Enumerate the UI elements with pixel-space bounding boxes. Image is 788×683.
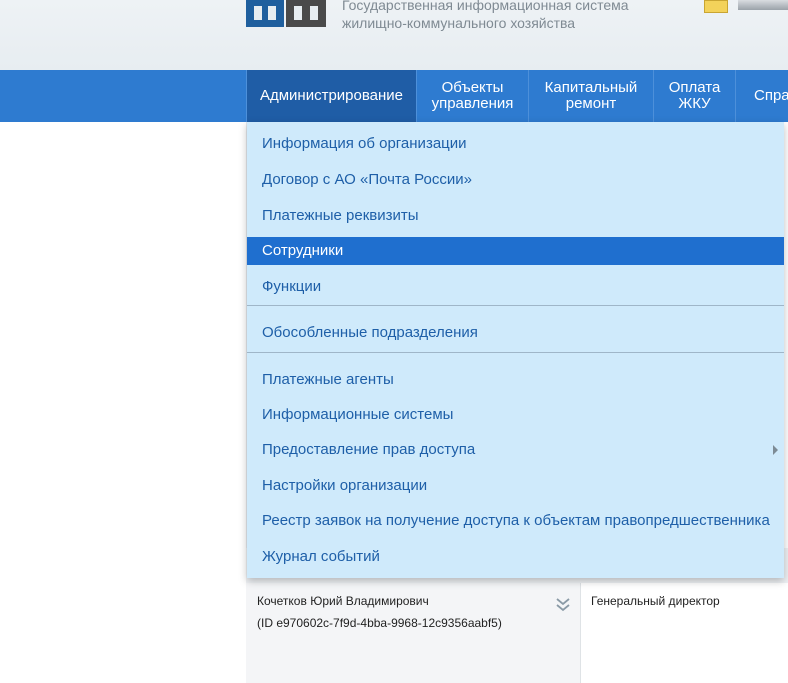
menu-item-payment-details[interactable]: Платежные реквизиты [247,202,784,230]
nav-label: Объекты управления [431,79,514,112]
menu-item-organization-settings[interactable]: Настройки организации [247,472,784,500]
chevron-right-icon [773,445,778,455]
nav-item-capital-repair[interactable]: Капитальный ремонт [528,70,653,122]
menu-item-event-log[interactable]: Журнал событий [247,543,784,571]
nav-item-management-objects[interactable]: Объекты управления [416,70,528,122]
menu-item-organization-info[interactable]: Информация об организации [247,130,784,158]
nav-label: Оплата ЖКУ [668,79,721,112]
menu-item-predecessor-access-requests[interactable]: Реестр заявок на получение доступа к объ… [247,507,784,535]
nav-label: Капитальный ремонт [544,79,638,112]
menu-divider [247,305,784,306]
site-header: Государственная информационная система ж… [0,0,788,70]
nav-item-reference[interactable]: Справ [735,70,788,122]
envelope-icon [704,0,728,13]
site-title: Государственная информационная система ж… [342,0,629,32]
site-title-line1: Государственная информационная система [342,0,629,13]
site-title-line2: жилищно-коммунального хозяйства [342,15,576,31]
chevron-double-down-icon[interactable] [556,596,570,612]
menu-item-access-rights[interactable]: Предоставление прав доступа [247,436,784,464]
menu-item-functions[interactable]: Функции [247,273,784,301]
menu-item-russian-post-contract[interactable]: Договор с АО «Почта России» [247,166,784,194]
employee-id: (ID e970602c-7f9d-4bba-9968-12c9356aabf5… [257,616,502,630]
nav-item-administration[interactable]: Администрирование [246,70,416,122]
employee-name: Кочетков Юрий Владимирович [257,594,429,608]
employee-position: Генеральный директор [591,594,720,608]
menu-item-information-systems[interactable]: Информационные системы [247,401,784,429]
main-navigation: Администрирование Объекты управления Кап… [0,70,788,122]
menu-item-employees[interactable]: Сотрудники [247,237,784,265]
menu-divider [247,352,784,353]
menu-item-payment-agents[interactable]: Платежные агенты [247,366,784,394]
administration-dropdown-menu: Информация об организации Договор с АО «… [247,122,784,578]
header-decoration [690,0,788,14]
nav-item-payment[interactable]: Оплата ЖКУ [653,70,735,122]
device-icon [738,0,788,10]
nav-label: Справ [754,87,788,104]
menu-item-separate-divisions[interactable]: Обособленные подразделения [247,319,784,347]
menu-item-label: Предоставление прав доступа [262,441,476,458]
gis-gkh-logo[interactable] [246,0,328,27]
nav-label: Администрирование [259,87,404,104]
